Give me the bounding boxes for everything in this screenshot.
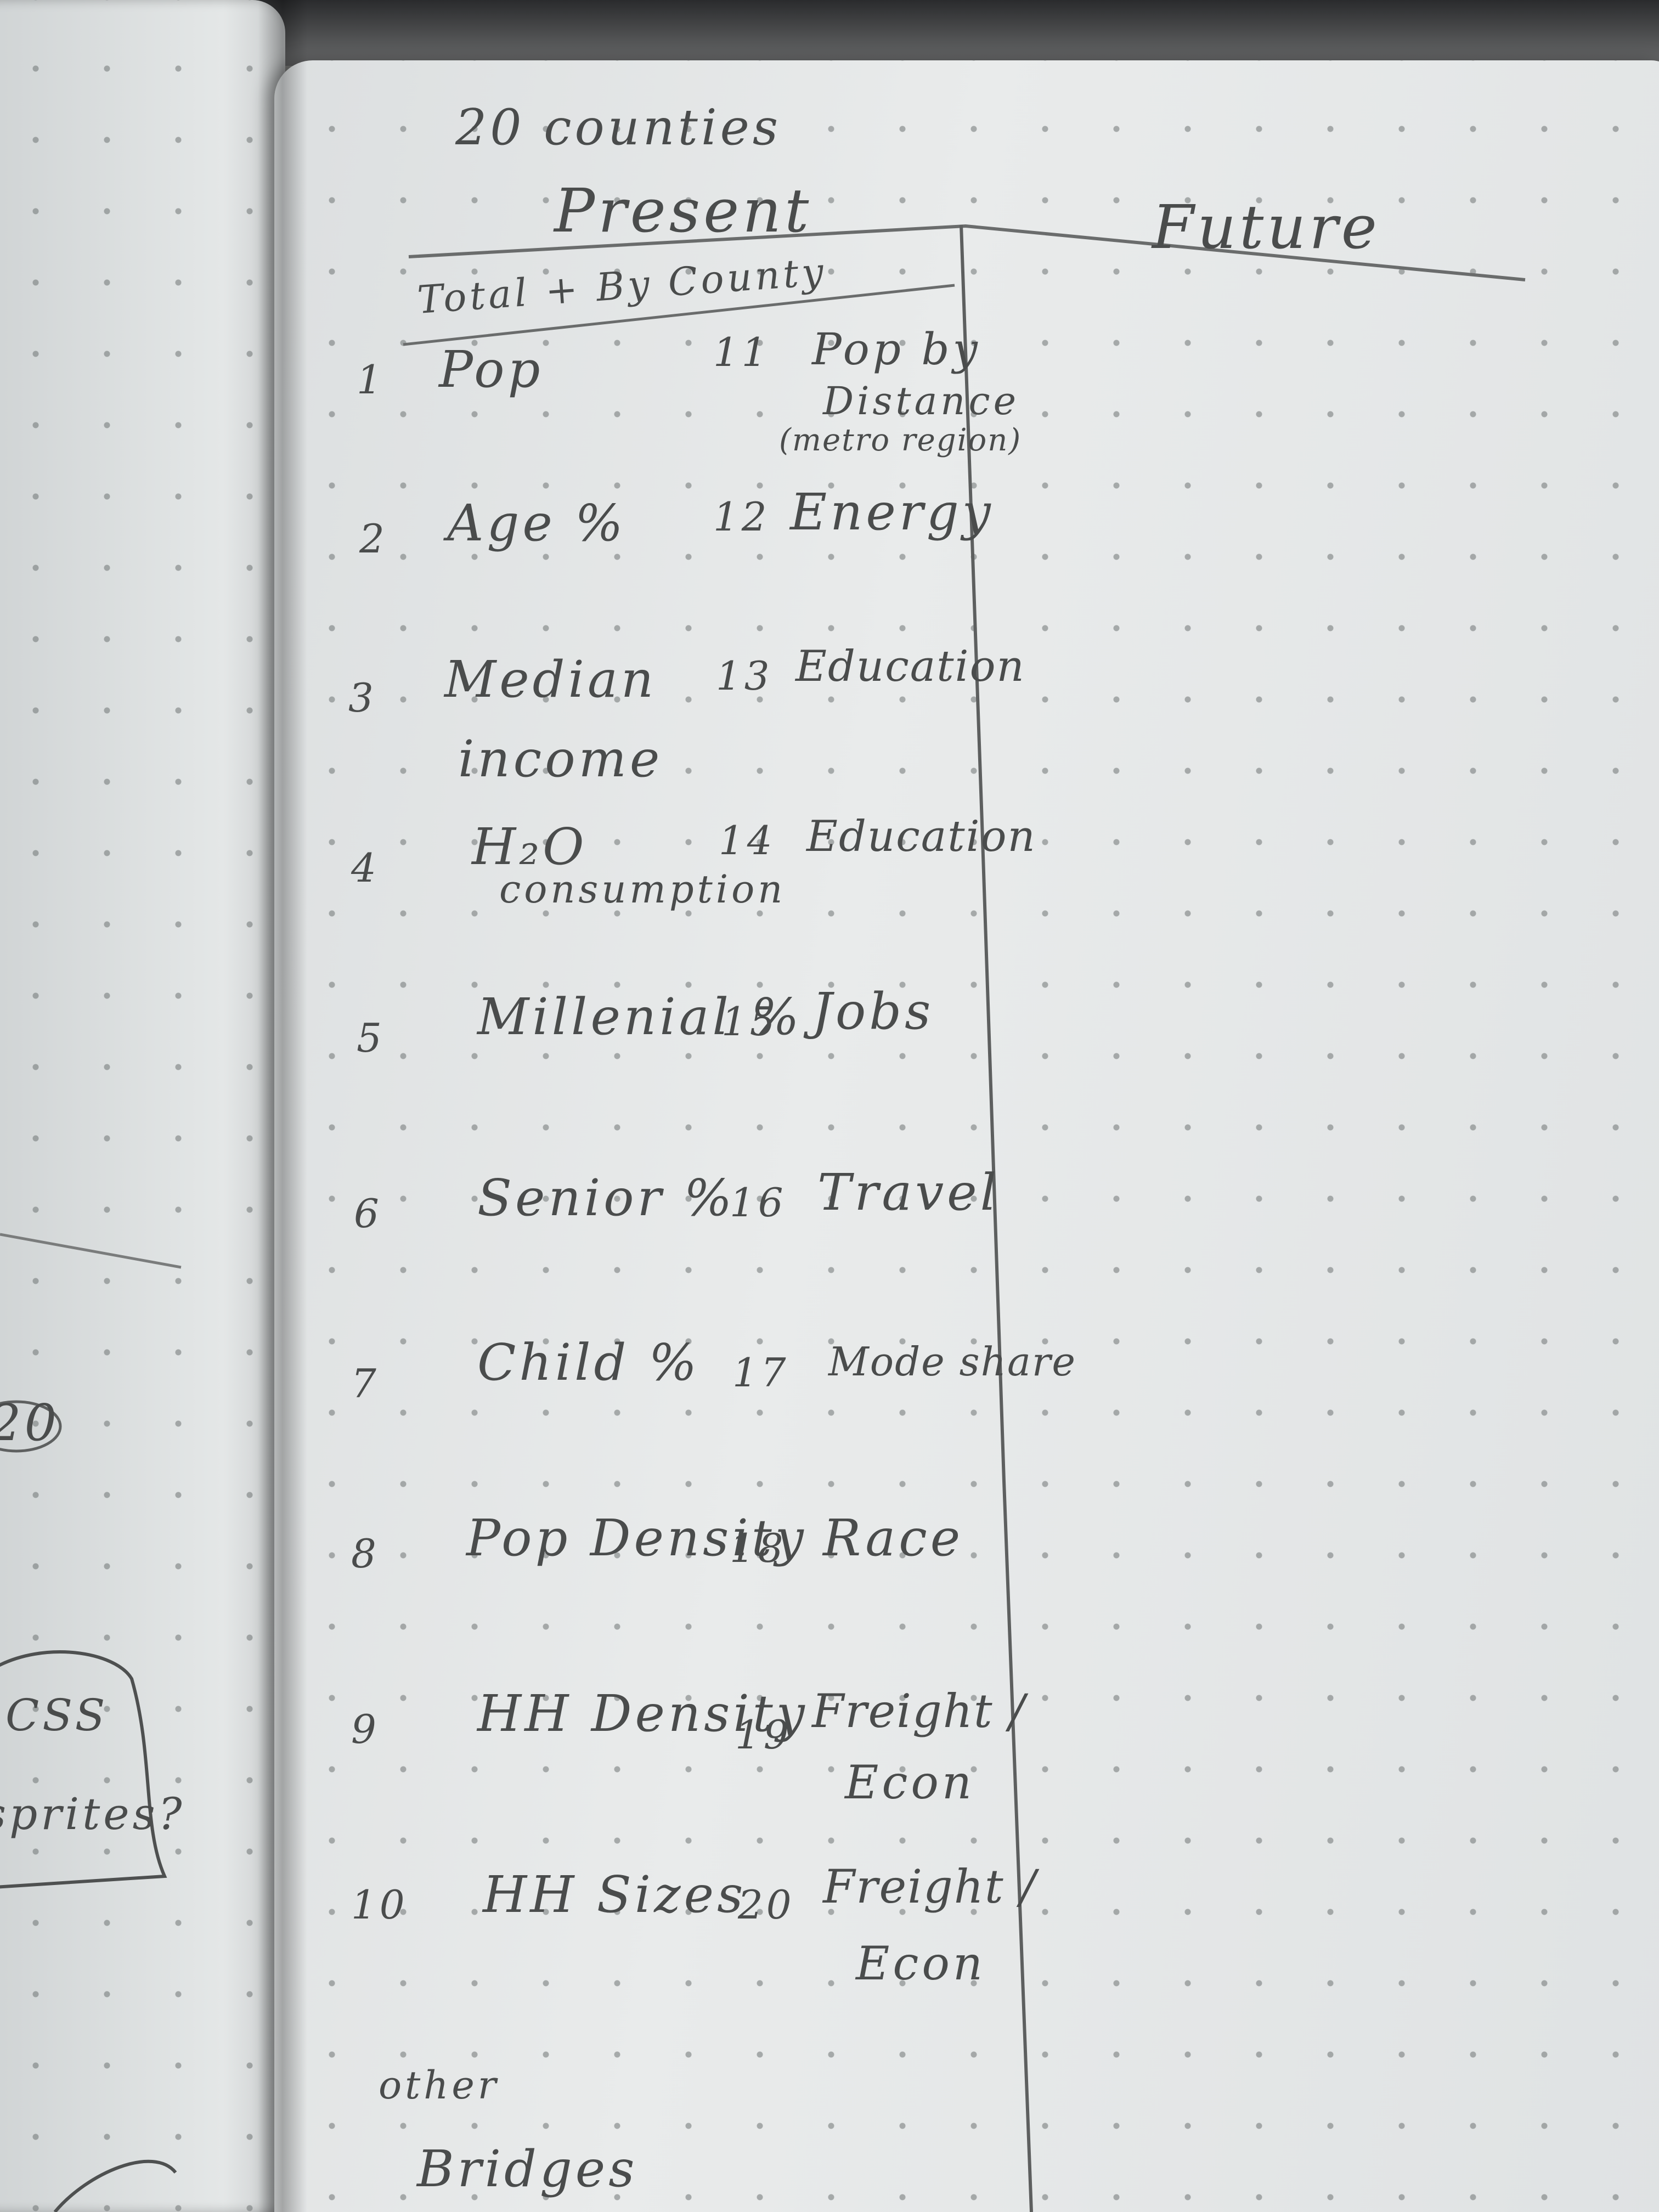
notebook-photo: 20 CSS sprites? 20 counties Present Futu…: [0, 0, 1659, 2212]
item-number: 11: [713, 329, 770, 375]
item-number: 8: [351, 1531, 380, 1577]
item-number: 18: [730, 1525, 787, 1571]
item-number: 4: [351, 845, 380, 891]
item-label: HH Sizes: [483, 1865, 747, 1924]
item-label: Child %: [477, 1333, 701, 1392]
left-fragment-sprites: sprites?: [0, 1788, 185, 1839]
item-label: Energy: [790, 483, 994, 541]
left-fragment-css: CSS: [5, 1690, 109, 1741]
item-label: Senior %: [477, 1169, 736, 1227]
item-number: 19: [735, 1712, 792, 1758]
item-number: 3: [348, 675, 377, 721]
item-number: 13: [716, 653, 773, 699]
item-number: 5: [357, 1015, 385, 1061]
item-label: Pop by: [812, 324, 981, 375]
item-label: Jobs: [812, 982, 934, 1041]
item-label-line2: consumption: [499, 867, 786, 912]
item-number: 1: [357, 357, 385, 403]
item-number: 10: [351, 1882, 408, 1928]
item-label: Pop: [439, 340, 544, 399]
footer-other: other: [379, 2063, 500, 2108]
item-label: Education: [795, 642, 1025, 691]
item-number: 2: [359, 516, 388, 562]
item-label: Freight /: [812, 1684, 1026, 1738]
left-page-rule: [0, 1233, 182, 1269]
item-label-line2: income: [458, 730, 663, 788]
item-number: 16: [730, 1180, 787, 1226]
item-label-line2: Econ: [856, 1937, 986, 1990]
left-page-curve: [53, 2159, 177, 2212]
item-number: 20: [738, 1882, 795, 1928]
left-page-box: [0, 1650, 167, 1889]
item-label-line2: Distance: [823, 379, 1020, 424]
column-present-label: Present: [554, 176, 812, 246]
item-number: 9: [351, 1706, 380, 1752]
item-label: Median: [444, 650, 657, 709]
item-label: Travel: [817, 1163, 1000, 1222]
item-number: 7: [351, 1361, 380, 1407]
item-number: 14: [719, 817, 776, 864]
item-number: 17: [732, 1350, 789, 1396]
item-label: Age %: [447, 494, 627, 552]
column-future-label: Future: [1152, 192, 1380, 262]
item-label: Mode share: [828, 1339, 1076, 1385]
left-fragment-20: 20: [0, 1393, 60, 1452]
item-label-line2: Econ: [845, 1756, 975, 1809]
item-label: Education: [806, 812, 1036, 861]
item-number: 6: [354, 1190, 382, 1237]
heading-counties: 20 counties: [455, 99, 782, 156]
footer-bridges: Bridges: [417, 2140, 638, 2198]
item-label-line3: (metro region): [779, 422, 1022, 458]
item-label: Freight /: [823, 1860, 1037, 1914]
item-number: 15: [721, 998, 778, 1045]
item-label: Race: [823, 1509, 964, 1567]
item-number: 12: [713, 494, 770, 540]
